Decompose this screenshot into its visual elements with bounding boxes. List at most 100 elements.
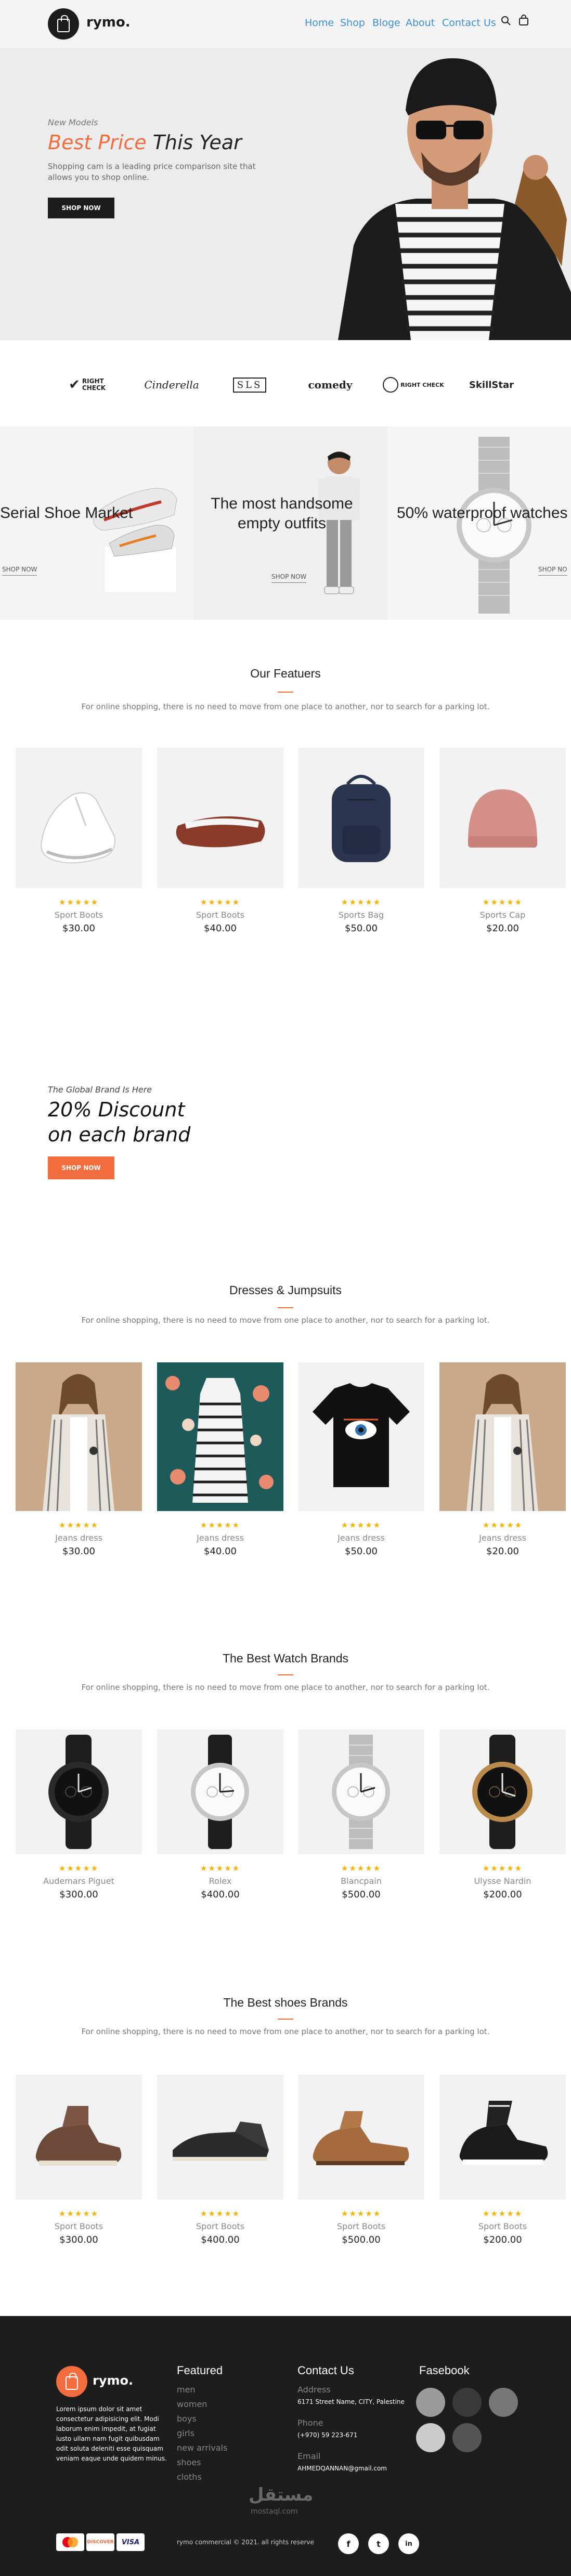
product-card[interactable]: ★★★★★ Audemars Piguet $300.00 [16, 1729, 142, 1900]
product-card[interactable]: ★★★★★ Jeans dress $40.00 [157, 1362, 283, 1557]
nav-shop[interactable]: Shop [340, 17, 365, 29]
watches-subtitle: For online shopping, there is no need to… [81, 1683, 490, 1692]
product-card[interactable]: ★★★★★ Sports Cap $20.00 [439, 748, 566, 934]
product-name[interactable]: Jeans dress [16, 1533, 142, 1543]
brand-name[interactable]: rymo. [86, 15, 131, 30]
facebook-photo[interactable] [416, 2388, 445, 2417]
nav-home[interactable]: Home [305, 17, 334, 29]
watches-title: The Best Watch Brands [222, 1651, 349, 1665]
product-image[interactable] [16, 748, 142, 888]
product-name[interactable]: Audemars Piguet [16, 1876, 142, 1886]
product-name[interactable]: Rolex [157, 1876, 283, 1886]
facebook-icon[interactable]: f [338, 2533, 359, 2554]
product-name[interactable]: Blancpain [298, 1876, 424, 1886]
footer-link-cloths[interactable]: cloths [177, 2472, 202, 2482]
product-image[interactable] [298, 748, 424, 888]
product-name[interactable]: Sports Bag [298, 910, 424, 920]
facebook-photo[interactable] [416, 2423, 445, 2452]
product-image[interactable] [16, 2075, 142, 2200]
product-card[interactable]: ★★★★★ Jeans dress $20.00 [439, 1362, 566, 1557]
footer-link-men[interactable]: men [177, 2385, 196, 2395]
product-card[interactable]: ★★★★★ Sport Boots $500.00 [298, 2075, 424, 2245]
brand-skillstar[interactable]: SkillStar [463, 367, 520, 403]
hero-shop-now-button[interactable]: SHOP NOW [48, 198, 114, 218]
product-image[interactable] [157, 748, 283, 888]
product-image[interactable] [298, 1362, 424, 1511]
product-name[interactable]: Jeans dress [439, 1533, 566, 1543]
header: rymo. Home Shop Bloge About Contact Us [0, 0, 571, 48]
promo-title-shoes: Serial Shoe Market [0, 504, 133, 522]
footer-logo-icon[interactable] [56, 2366, 87, 2397]
search-icon[interactable] [501, 16, 511, 26]
product-image[interactable] [298, 2075, 424, 2200]
product-image[interactable] [298, 1729, 424, 1854]
promo-link-outfits[interactable]: SHOP NOW [271, 573, 307, 583]
nav-bloge[interactable]: Bloge [372, 17, 400, 29]
footer-link-girls[interactable]: girls [177, 2428, 194, 2438]
promo-link-watches[interactable]: SHOP NO [538, 566, 567, 576]
product-name[interactable]: Sport Boots [157, 2221, 283, 2231]
footer-link-boys[interactable]: boys [177, 2414, 197, 2424]
footer-brand[interactable]: rymo. [93, 2373, 133, 2388]
product-image[interactable] [157, 2075, 283, 2200]
footer-email[interactable]: AHMEDQANNAN@gmail.com [297, 2465, 387, 2472]
product-name[interactable]: Sport Boots [157, 910, 283, 920]
brand-cinderella[interactable]: Cinderella [140, 367, 203, 403]
facebook-photo[interactable] [489, 2388, 518, 2417]
facebook-photo[interactable] [452, 2388, 482, 2417]
footer-link-new-arrivals[interactable]: new arrivals [177, 2443, 227, 2453]
product-name[interactable]: Jeans dress [157, 1533, 283, 1543]
rating-stars: ★★★★★ [58, 2209, 99, 2218]
footer-link-shoes[interactable]: shoes [177, 2457, 201, 2467]
promo-watch-image [457, 437, 531, 614]
product-card[interactable]: ★★★★★ Jeans dress $50.00 [298, 1362, 424, 1557]
promo-link-shoes[interactable]: SHOP NOW [2, 566, 37, 576]
product-card[interactable]: ★★★★★ Sport Boots $40.00 [157, 748, 283, 934]
product-name[interactable]: Sport Boots [298, 2221, 424, 2231]
product-card[interactable]: ★★★★★ Sport Boots $200.00 [439, 2075, 566, 2245]
product-name[interactable]: Sports Cap [439, 910, 566, 920]
footer-phone[interactable]: (+970) 59 223-671 [297, 2431, 357, 2439]
product-card[interactable]: ★★★★★ Sport Boots $30.00 [16, 748, 142, 934]
product-image[interactable] [439, 1362, 566, 1511]
brand-comedy[interactable]: comedy [302, 367, 359, 403]
promo-card-outfits[interactable]: The most handsome empty outfits SHOP NOW [193, 426, 387, 620]
nav-contact[interactable]: Contact Us [442, 17, 496, 29]
facebook-photo[interactable] [452, 2423, 482, 2452]
promo-card-shoes[interactable]: Serial Shoe Market SHOP NOW [0, 426, 193, 620]
promo-card-watches[interactable]: 50% waterproof watches SHOP NO [387, 426, 571, 620]
product-card[interactable]: ★★★★★ Sport Boots $400.00 [157, 2075, 283, 2245]
product-card[interactable]: ★★★★★ Rolex $400.00 [157, 1729, 283, 1900]
product-card[interactable]: ★★★★★ Blancpain $500.00 [298, 1729, 424, 1900]
logo-icon[interactable] [48, 8, 79, 40]
product-image[interactable] [16, 1362, 142, 1511]
product-card[interactable]: ★★★★★ Sports Bag $50.00 [298, 748, 424, 934]
product-name[interactable]: Jeans dress [298, 1533, 424, 1543]
rating-stars: ★★★★★ [482, 897, 523, 907]
product-card[interactable]: ★★★★★ Ulysse Nardin $200.00 [439, 1729, 566, 1900]
product-name[interactable]: Sport Boots [16, 910, 142, 920]
hero-title-rest: This Year [152, 131, 242, 154]
brand-right-check-2[interactable]: RIGHT CHECK [382, 367, 445, 403]
product-image[interactable] [157, 1729, 283, 1854]
brand-sls[interactable]: SLS [229, 367, 270, 403]
product-image[interactable] [439, 1729, 566, 1854]
product-image[interactable] [439, 748, 566, 888]
product-image[interactable] [16, 1729, 142, 1854]
product-card[interactable]: ★★★★★ Jeans dress $30.00 [16, 1362, 142, 1557]
product-name[interactable]: Sport Boots [439, 2221, 566, 2231]
product-name[interactable]: Ulysse Nardin [439, 1876, 566, 1886]
brand-right-check[interactable]: ✔ RIGHT CHECK [57, 367, 120, 403]
product-name[interactable]: Sport Boots [16, 2221, 142, 2231]
product-image[interactable] [439, 2075, 566, 2200]
product-image[interactable] [157, 1362, 283, 1511]
twitter-icon[interactable]: t [368, 2533, 389, 2554]
rating-stars: ★★★★★ [200, 1520, 241, 1530]
linkedin-icon[interactable]: in [398, 2533, 419, 2554]
cart-icon[interactable] [518, 15, 529, 26]
discount-shop-now-button[interactable]: SHOP NOW [48, 1156, 114, 1179]
footer-link-women[interactable]: women [177, 2399, 207, 2409]
product-card[interactable]: ★★★★★ Sport Boots $300.00 [16, 2075, 142, 2245]
nav-about[interactable]: About [406, 17, 435, 29]
dresses-title: Dresses & Jumpsuits [229, 1283, 342, 1297]
